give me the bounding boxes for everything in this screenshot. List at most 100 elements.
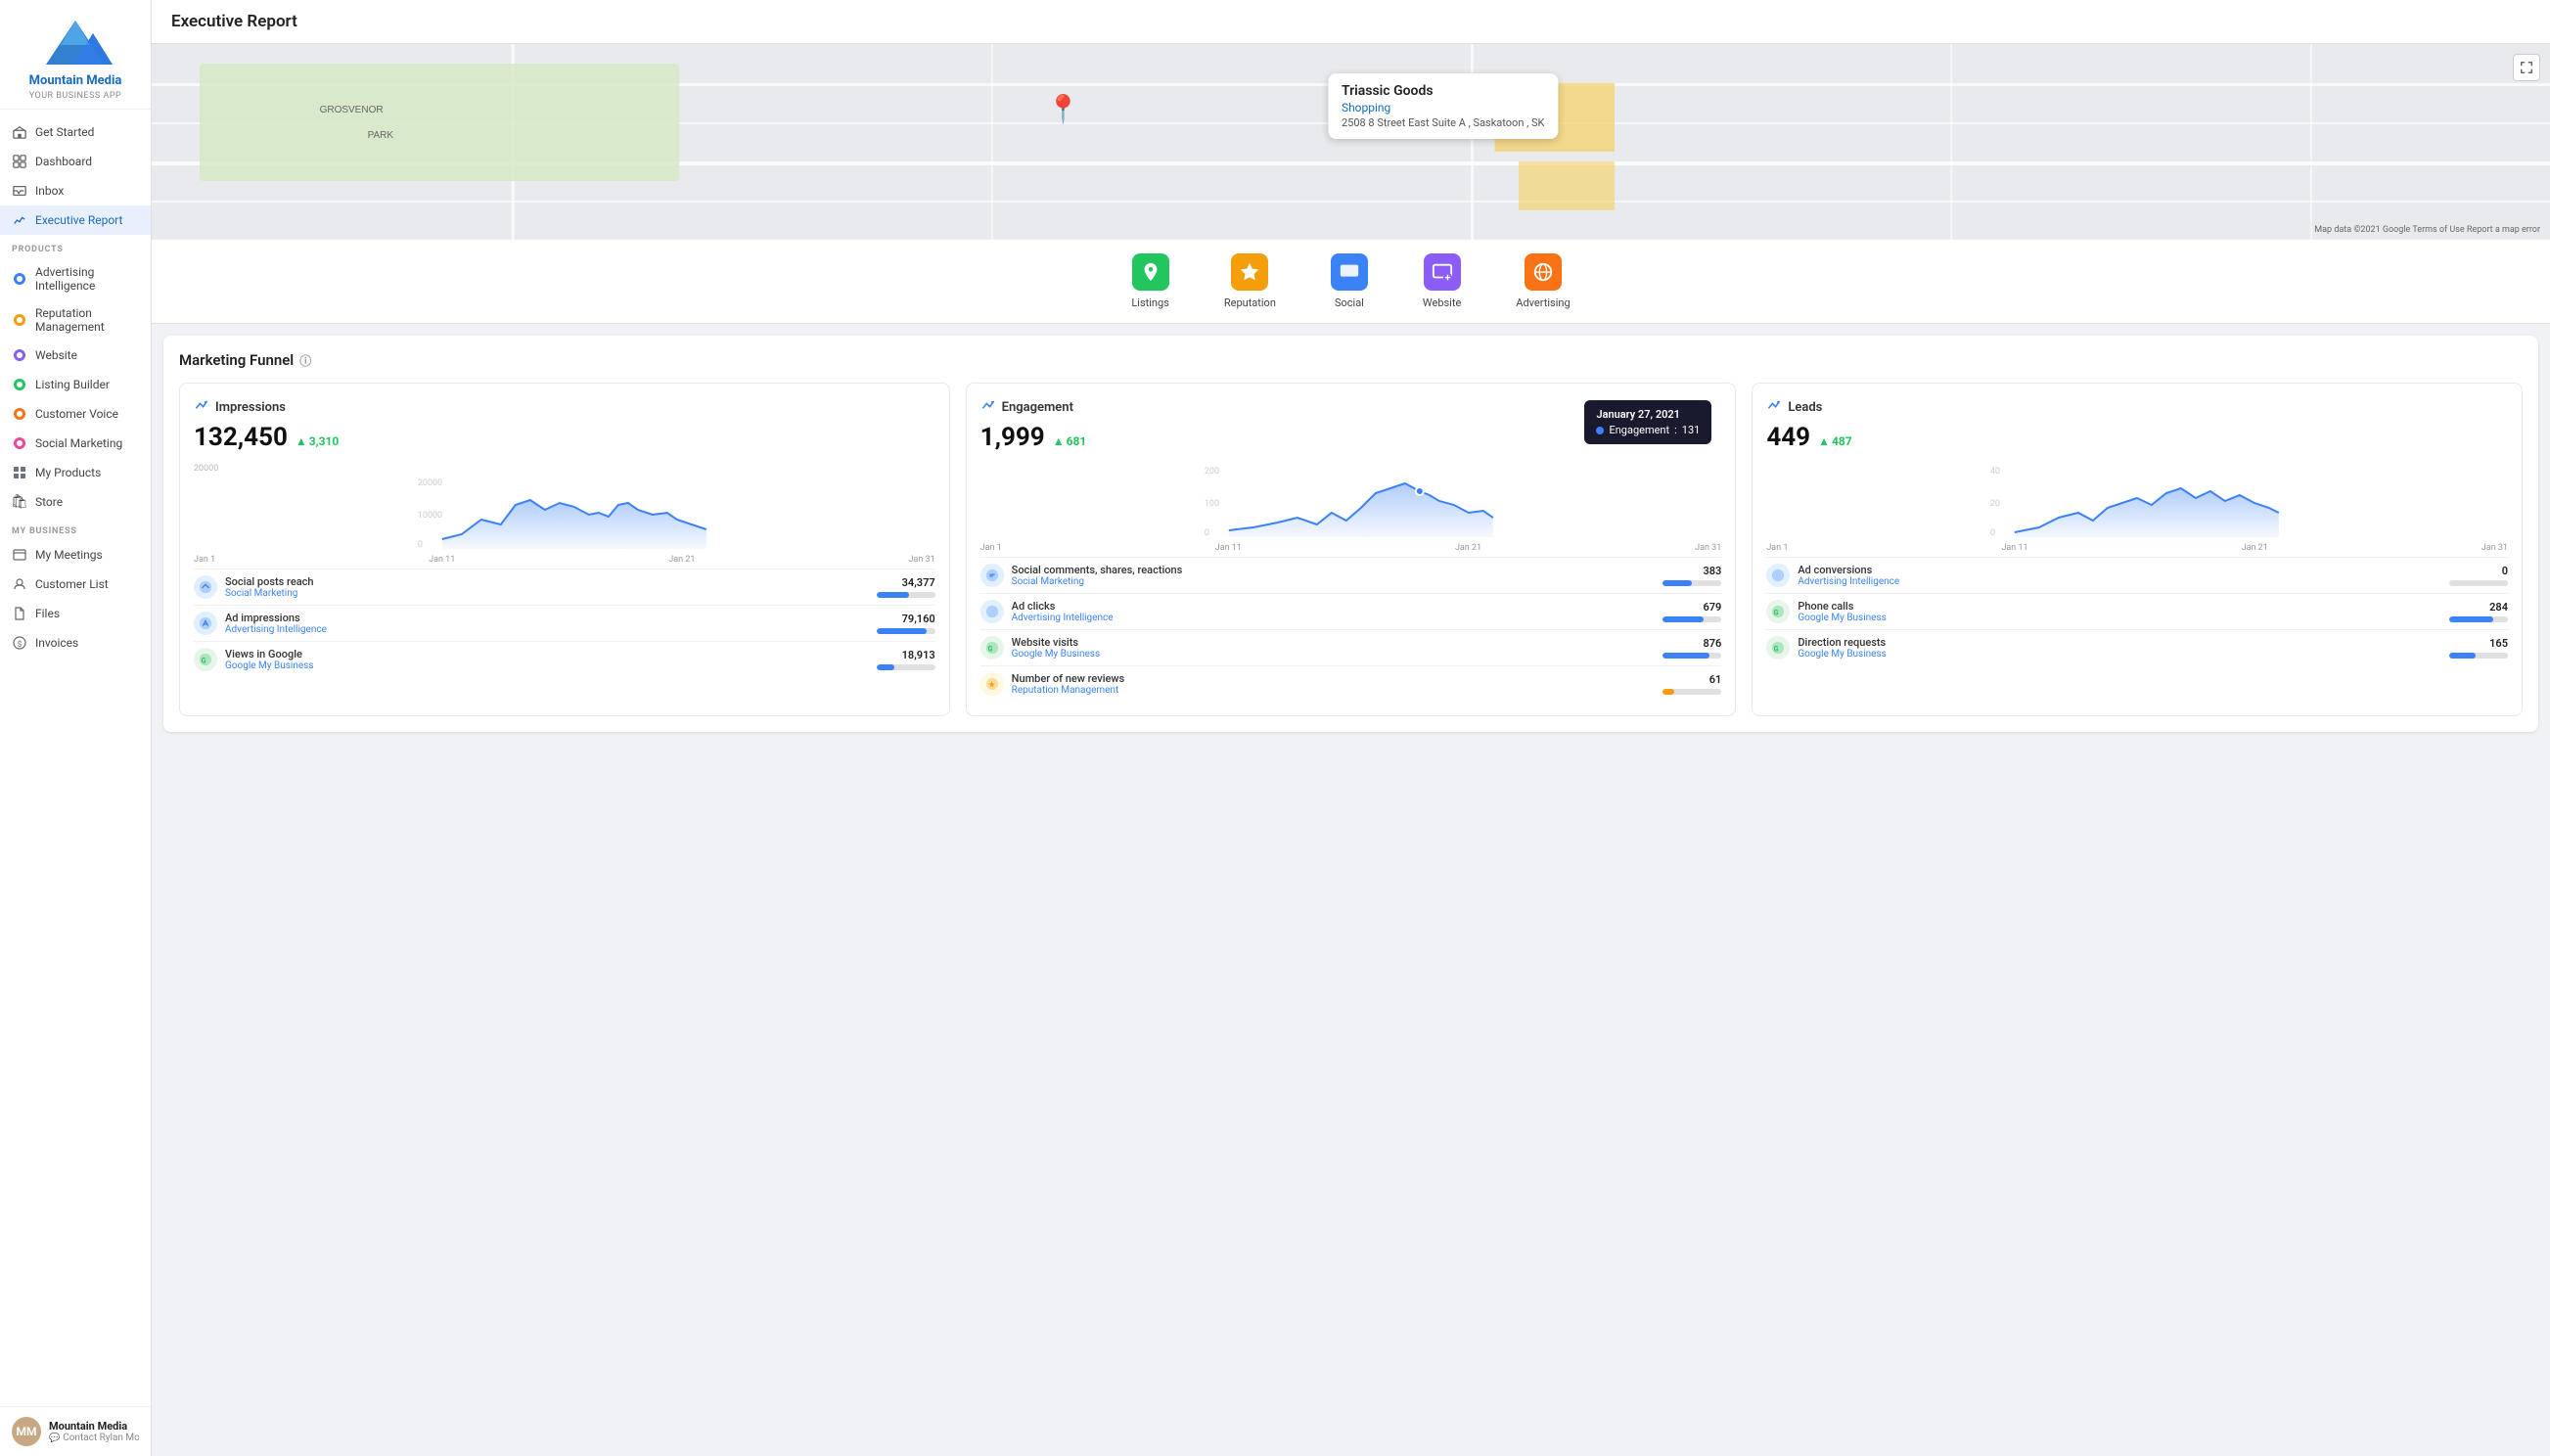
home-icon [12,124,27,140]
sidebar-item-store[interactable]: 🛍 Store [0,487,151,517]
metric-bar [877,592,935,598]
metric-ad-impressions: Ad impressions Advertising Intelligence … [194,605,935,641]
inbox-icon [12,183,27,199]
sidebar-item-dashboard[interactable]: Dashboard [0,147,151,176]
main-content: Executive Report [152,0,2550,1456]
sidebar-item-advertising[interactable]: Advertising Intelligence [0,258,151,299]
map-location-pin: 📍 [1046,93,1080,125]
leads-title: Leads [1788,400,1822,415]
leads-column: Leads 449 ▲487 40 [1752,383,2523,716]
metric-value: 876 [1703,637,1721,650]
sidebar-item-get-started[interactable]: Get Started [0,117,151,147]
map-business-name: Triassic Goods [1342,83,1545,99]
svg-text:0: 0 [418,540,423,549]
ad-metric-icon [194,612,217,635]
help-icon[interactable]: ⓘ [299,352,311,369]
icon-nav-advertising[interactable]: Advertising [1488,240,1597,323]
metric-name: Number of new reviews [1012,672,1656,685]
impressions-chart: 20000 20000 10000 0 [194,464,935,565]
ad-conversions-icon [1766,564,1790,587]
metric-source: Google My Business [1012,649,1656,660]
icon-nav-social[interactable]: Social [1303,240,1395,323]
sidebar-item-files[interactable]: Files [0,599,151,628]
sidebar-item-executive-report[interactable]: Executive Report [0,205,151,235]
sidebar-item-inbox[interactable]: Inbox [0,176,151,205]
products-section-label: PRODUCTS [0,235,151,258]
metric-source: Reputation Management [1012,685,1656,696]
metric-value: 0 [2502,565,2508,577]
metric-bar [1662,616,1721,622]
impressions-title: Impressions [215,400,286,415]
sidebar-label-advertising: Advertising Intelligence [35,265,139,293]
engagement-value: 1,999 ▲681 [980,423,1722,452]
sidebar-item-social-marketing[interactable]: Social Marketing [0,429,151,458]
advertising-icon [12,271,27,287]
reputation-icon [12,312,27,328]
map-attribution: Map data ©2021 Google Terms of Use Repor… [2314,225,2540,235]
sidebar-label-dashboard: Dashboard [35,155,92,168]
footer-contact: 💬 Contact Rylan Morris [49,1433,139,1443]
metric-bar [2449,580,2508,586]
metric-source: Google My Business [225,660,869,671]
svg-text:0: 0 [1204,528,1208,537]
svg-text:G: G [1774,646,1779,654]
icon-nav-row: Listings Reputation Social Website [152,240,2550,324]
icon-nav-reputation[interactable]: Reputation [1197,240,1303,323]
sidebar-item-reputation[interactable]: Reputation Management [0,299,151,341]
funnel-title: Marketing Funnel ⓘ [179,351,2523,369]
page-title: Executive Report [171,12,297,31]
sidebar-item-my-products[interactable]: My Products [0,458,151,487]
mountain-logo-icon [36,16,114,69]
sidebar-item-customer-voice[interactable]: Customer Voice [0,399,151,429]
files-icon [12,606,27,621]
sidebar-label-store: Store [35,495,63,509]
map-expand-button[interactable] [2513,54,2540,81]
metric-source: Social Marketing [225,588,869,599]
advertising-globe-icon [1525,253,1562,291]
metric-name: Views in Google [225,648,869,660]
impressions-delta: ▲3,310 [296,434,339,448]
sidebar-label-files: Files [35,607,60,620]
map-business-category: Shopping [1342,101,1545,114]
metric-value: 679 [1703,601,1721,614]
social-icon [1331,253,1368,291]
metric-value: 34,377 [902,576,935,589]
sidebar-item-listing[interactable]: Listing Builder [0,370,151,399]
funnel-grid: Impressions 132,450 ▲3,310 20000 [179,383,2523,716]
logo-area: Mountain Media YOUR BUSINESS APP [0,0,151,110]
metric-bar [1662,689,1721,695]
metric-bar [1662,653,1721,659]
svg-text:PARK: PARK [368,130,394,141]
dashboard-icon [12,154,27,169]
metric-name: Ad clicks [1012,600,1656,613]
sidebar-item-my-meetings[interactable]: My Meetings [0,540,151,569]
expand-icon [2520,61,2533,74]
metric-bar [2449,616,2508,622]
listing-icon [12,377,27,392]
marketing-funnel-section: Marketing Funnel ⓘ Impressions 132,450 [163,336,2538,732]
sidebar-item-invoices[interactable]: $ Invoices [0,628,151,658]
svg-text:G: G [987,646,992,654]
icon-nav-website[interactable]: Website [1395,240,1488,323]
metric-direction-requests: G Direction requests Google My Business … [1766,629,2508,665]
website-visits-icon: G [980,636,1004,660]
metric-value: 79,160 [902,613,935,625]
content-area: GROSVENOR PARK 📍 Triassic Goods Shopping… [152,44,2550,1456]
sidebar-label-invoices: Invoices [35,636,78,650]
my-business-section-label: MY BUSINESS [0,517,151,540]
sidebar-item-website[interactable]: Website [0,341,151,370]
icon-nav-listings[interactable]: Listings [1104,240,1196,323]
social-marketing-icon [12,435,27,451]
sidebar-footer[interactable]: MM Mountain Media 💬 Contact Rylan Morris [0,1406,151,1456]
metric-value: 18,913 [902,649,935,661]
direction-requests-icon: G [1766,636,1790,660]
metric-social-comments: Social comments, shares, reactions Socia… [980,557,1722,593]
sidebar-item-customer-list[interactable]: Customer List [0,569,151,599]
metric-source: Advertising Intelligence [225,624,869,635]
sidebar-label-listing-builder: Listing Builder [35,378,110,391]
engagement-column: Engagement 1,999 ▲681 [966,383,1737,716]
leads-header: Leads [1766,397,2508,417]
social-comments-icon [980,564,1004,587]
social-label: Social [1335,296,1364,309]
sidebar-label-website: Website [35,348,77,362]
